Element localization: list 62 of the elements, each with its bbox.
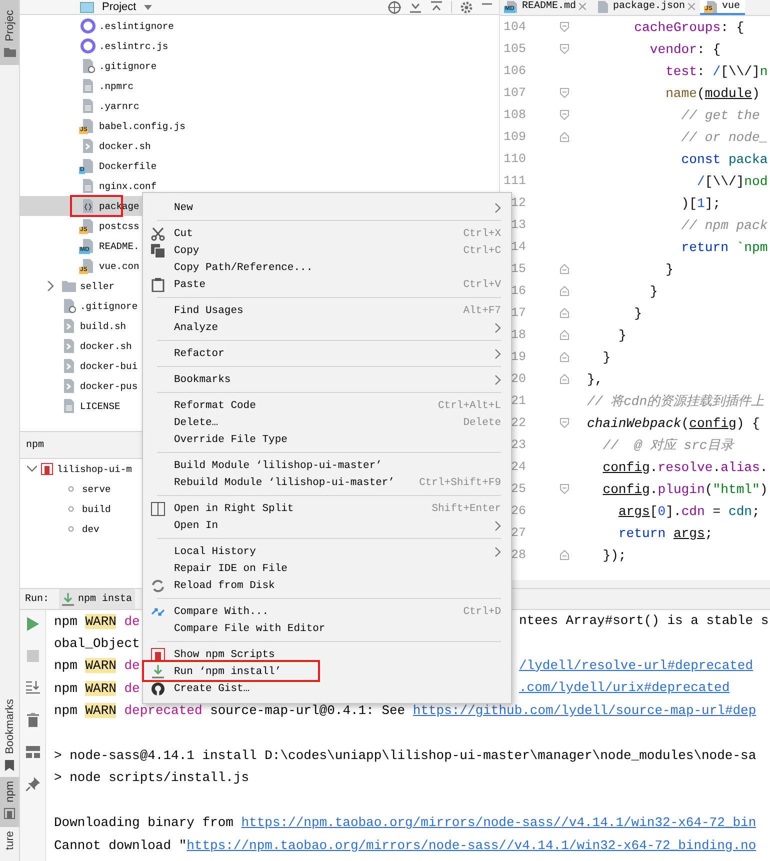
line-number: 18: [510, 328, 526, 342]
line-number: 105: [502, 42, 526, 56]
code-line: return args;: [617, 526, 713, 540]
console-line: Downloading binary from https://npm.taobao.org/mirrors/node-sass//v4.14.1/win32-x64-72_bin: [54, 815, 756, 830]
console-line: > node scripts/install.js: [54, 770, 250, 786]
line-number: 16: [510, 284, 526, 298]
code-line: config.plugin("html"): [602, 482, 768, 496]
line-number: 104: [502, 20, 526, 34]
line-number: 17: [510, 306, 526, 320]
code-line: const packa: [680, 152, 768, 166]
line-number: 27: [510, 526, 526, 540]
line-number: 23: [510, 438, 526, 452]
code-line: }: [602, 350, 611, 364]
line-number: 24: [510, 460, 526, 474]
line-number: 21: [510, 394, 526, 408]
code-line: chainWebpack(config) {: [587, 416, 760, 430]
code-line: // 将cdn的资源挂载到插件上: [587, 393, 764, 410]
line-number: 25: [510, 482, 526, 496]
code-line: args[0].cdn = cdn;: [617, 504, 760, 518]
console-line: npm WARN de: [54, 614, 140, 629]
panel-title: npm: [26, 440, 44, 450]
line-number: 107: [502, 86, 526, 100]
code-line: config.resolve.alias.: [602, 460, 768, 474]
line-number: 14: [510, 240, 526, 254]
console-line: > node-sass@4.14.1 install D:\codes\uniapp\lilishop-ui-master\manager\node_modules\node-sa: [54, 748, 756, 764]
code-line: // or node_: [680, 130, 768, 144]
code-line: }: [617, 328, 626, 342]
code-line: name(module): [664, 86, 760, 100]
console-line: npm WARN de: [54, 658, 140, 674]
code-line: // @ 对应 src目录: [602, 437, 734, 454]
console-line: Cannot download "https://npm.taobao.org/mirrors/node-sass//v4.14.1/win32-x64-72_binding.no: [54, 838, 756, 853]
console-line: obal_Object: [54, 636, 140, 652]
line-number: 28: [510, 548, 526, 562]
console-line: npm WARN deprecated source-map-url@0.4.1: See https://github.com/lydell/source-map-url#dep: [54, 703, 756, 718]
line-number: 15: [510, 262, 526, 276]
code-line: return `npm: [680, 240, 768, 254]
console-line: ntees Array#sort() is a stable s: [519, 613, 769, 628]
line-number: 110: [502, 152, 526, 166]
line-number: 19: [510, 350, 526, 364]
code-line: }: [633, 306, 642, 320]
line-number: 13: [510, 218, 526, 232]
code-line: }: [648, 284, 658, 298]
panel-title: Run:: [25, 594, 50, 604]
code-line: )[1];: [680, 196, 721, 210]
line-number: 111: [502, 174, 526, 188]
code-line: vendor: {: [648, 42, 721, 56]
console-line: npm WARN de: [54, 680, 140, 696]
code-line: // npm pack: [680, 218, 768, 232]
code-line: cacheGroups: {: [633, 20, 744, 34]
code-line: });: [602, 548, 626, 562]
code-line: test: /[\\/]n: [664, 64, 768, 78]
line-number: 109: [502, 130, 526, 144]
line-number: 12: [510, 196, 526, 210]
line-number: 20: [510, 372, 526, 386]
line-number: 26: [510, 504, 526, 518]
code-line: }: [664, 262, 674, 276]
line-number: 108: [502, 108, 526, 122]
line-number: 106: [502, 64, 526, 78]
code-line: // get the: [680, 108, 760, 122]
code-line: },: [587, 372, 603, 386]
code-line: /[\\/]nod: [696, 174, 768, 188]
line-number: 22: [510, 416, 526, 430]
